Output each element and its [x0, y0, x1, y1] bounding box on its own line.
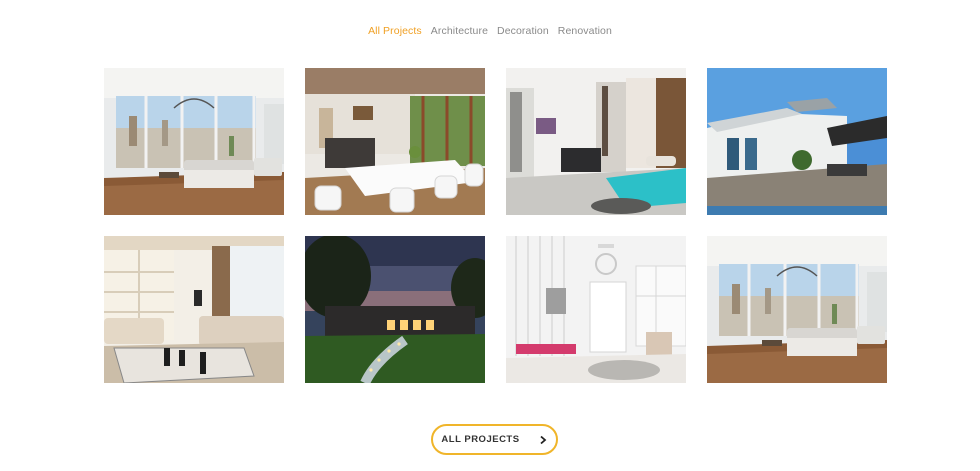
filter-all-projects[interactable]: All Projects [368, 25, 422, 37]
rooftop-terrace-image [707, 68, 887, 215]
filter-renovation[interactable]: Renovation [558, 25, 612, 37]
chevron-right-icon [539, 435, 546, 444]
white-kids-room-image [506, 236, 686, 383]
castle-evening-image [305, 236, 485, 383]
filter-architecture[interactable]: Architecture [431, 25, 488, 37]
all-projects-button[interactable]: ALL PROJECTS [431, 424, 558, 455]
filter-decoration[interactable]: Decoration [497, 25, 549, 37]
living-room-image [104, 68, 284, 215]
project-filter-bar: All Projects Architecture Decoration Ren… [0, 25, 980, 37]
gallery-item-castle-evening[interactable] [305, 236, 485, 383]
gallery-item-bedroom[interactable] [506, 68, 686, 215]
living-room-image-2 [707, 236, 887, 383]
gallery-item-rooftop-terrace[interactable] [707, 68, 887, 215]
gallery-item-dining-area[interactable] [305, 68, 485, 215]
gallery-item-living-room-2[interactable] [707, 236, 887, 383]
bedroom-image [506, 68, 686, 215]
dining-area-image [305, 68, 485, 215]
gallery-item-white-kids-room[interactable] [506, 236, 686, 383]
lounge-image [104, 236, 284, 383]
all-projects-button-label: ALL PROJECTS [441, 434, 520, 445]
gallery-item-lounge[interactable] [104, 236, 284, 383]
gallery-item-living-room[interactable] [104, 68, 284, 215]
